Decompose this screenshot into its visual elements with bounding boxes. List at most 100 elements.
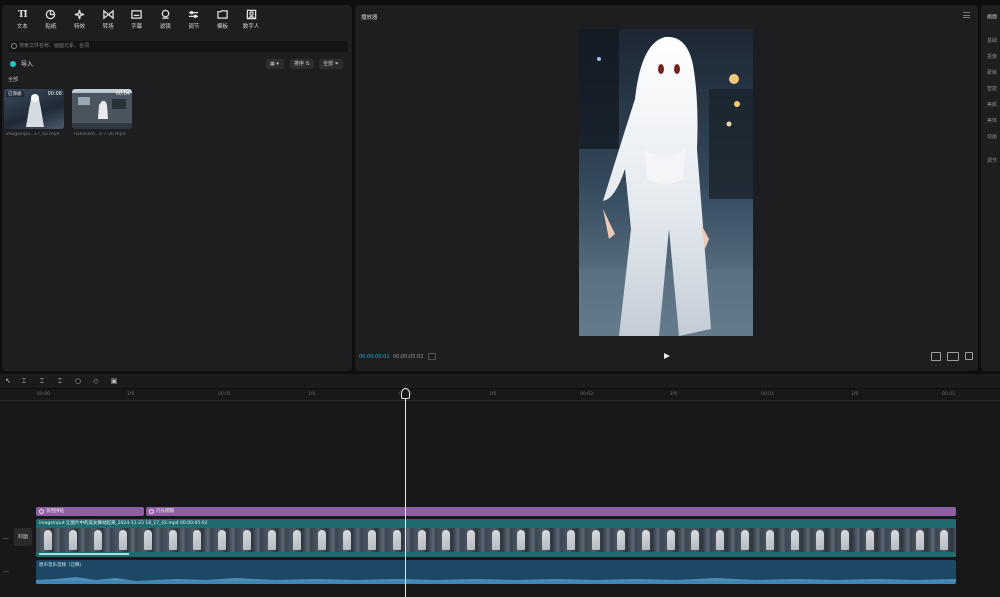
tool-adjust[interactable]: 调节 <box>180 9 209 35</box>
clip-duration: 00:04 <box>115 91 130 97</box>
ruler-tick: 00:01 <box>218 392 231 397</box>
delete-icon[interactable]: ○ <box>74 377 82 385</box>
tool-label: 转场 <box>102 24 114 30</box>
filmstrip-frame <box>467 530 476 550</box>
filmstrip-frame <box>666 530 675 550</box>
filmstrip-frame <box>691 530 700 550</box>
top-toolbar: TI 文本 贴纸 特效 转场 字幕 滤镜 调节 模板 数字人 <box>2 5 352 35</box>
filmstrip-frame <box>517 530 526 550</box>
effect-clip-2[interactable]: 闪光模糊 <box>146 507 956 516</box>
bowtie-icon <box>102 9 114 20</box>
play-button[interactable] <box>664 353 670 359</box>
main-video-clip[interactable]: imageinput 让图片中的美女舞动起来_2024-11-23 18_17_… <box>36 519 956 557</box>
filmstrip-frame <box>865 530 874 550</box>
grid-icon: ▦ ▾ <box>270 61 279 67</box>
media-search-input[interactable]: 搜索文件名称、画面元素、台词 <box>8 41 348 52</box>
ruler-tick: 1f0 <box>308 392 316 397</box>
filmstrip-frame <box>915 530 924 550</box>
tool-label: 调节 <box>188 24 200 30</box>
menu-icon[interactable] <box>963 12 970 18</box>
properties-item[interactable]: 动画 <box>987 133 997 140</box>
current-timecode: 00:00:00:01 <box>359 354 390 360</box>
filter-button[interactable]: 全部 ⏷ <box>319 59 343 69</box>
time-ruler[interactable]: 00:00 1f0 00:01 1f0 00:02 1f0 00:03 1f0 … <box>0 389 1000 401</box>
ruler-tick: 1f0 <box>851 392 859 397</box>
ghost-figure-frame <box>579 29 753 336</box>
clip-progress <box>39 553 129 555</box>
section-label: 全部 <box>8 77 19 83</box>
filmstrip-frame <box>840 530 849 550</box>
filmstrip-frame <box>268 530 277 550</box>
filmstrip-frame <box>392 530 401 550</box>
tool-effects[interactable]: 特效 <box>65 9 94 35</box>
split-left-icon[interactable]: ⌶ <box>38 377 46 385</box>
audio-track-icon[interactable]: — <box>3 568 9 575</box>
properties-item[interactable]: 美体 <box>987 117 997 124</box>
playhead-handle[interactable] <box>401 388 410 399</box>
select-icon[interactable]: ↖ <box>4 377 12 385</box>
playhead[interactable] <box>405 389 406 597</box>
fit-screen-icon[interactable] <box>931 352 941 361</box>
ratio-icon[interactable] <box>947 352 959 361</box>
editor-window: TI 文本 贴纸 特效 转场 字幕 滤镜 调节 模板 数字人 搜索文件名称、画面… <box>0 0 1000 597</box>
effect-clip-1[interactable]: 氛围拼贴 <box>36 507 144 516</box>
sparkle-icon <box>73 9 85 20</box>
grid-toggle-icon[interactable] <box>428 353 436 360</box>
filmstrip-frame <box>243 530 252 550</box>
filmstrip-frame <box>815 530 824 550</box>
view-mode-button[interactable]: ▦ ▾ <box>266 59 284 69</box>
tool-filter[interactable]: 滤镜 <box>151 9 180 35</box>
filmstrip-frame <box>218 530 227 550</box>
video-preview[interactable] <box>579 29 753 336</box>
properties-tab[interactable]: 画面 <box>987 13 997 20</box>
tool-transition[interactable]: 转场 <box>94 9 123 35</box>
audio-clip[interactable]: 原声音乐音频（已降） <box>36 560 956 584</box>
tool-caption[interactable]: 字幕 <box>122 9 151 35</box>
filmstrip-frame <box>93 530 102 550</box>
shield-icon[interactable]: ◇ <box>92 377 100 385</box>
import-icon[interactable] <box>10 61 16 67</box>
properties-item[interactable]: 基础 <box>987 37 997 44</box>
effect-icon <box>39 509 44 514</box>
properties-item[interactable]: 美颜 <box>987 101 997 108</box>
crop-icon[interactable]: ▣ <box>110 377 118 385</box>
tool-avatar[interactable]: 数字人 <box>237 9 266 35</box>
sort-icon: ⇅ <box>305 61 310 67</box>
filmstrip-frame <box>716 530 725 550</box>
properties-item[interactable]: 智能 <box>987 85 997 92</box>
import-row: 导入 ▦ ▾ 排序 ⇅ 全部 ⏷ <box>8 58 348 70</box>
video-clip-label: imageinput 让图片中的美女舞动起来_2024-11-23 18_17_… <box>39 521 208 526</box>
fullscreen-icon[interactable] <box>965 352 973 360</box>
tool-sticker[interactable]: 贴纸 <box>37 9 66 35</box>
total-timecode: 00:00:05:02 <box>393 354 424 360</box>
filmstrip-frame <box>616 530 625 550</box>
tool-template[interactable]: 模板 <box>208 9 237 35</box>
filmstrip-frame <box>791 530 799 550</box>
media-panel: TI 文本 贴纸 特效 转场 字幕 滤镜 调节 模板 数字人 搜索文件名称、画面… <box>2 5 352 371</box>
player-title: 播放器 <box>361 15 378 21</box>
filmstrip-frame <box>293 530 301 550</box>
properties-item[interactable]: 抠像 <box>987 53 997 60</box>
video-filmstrip <box>36 528 956 552</box>
funnel-icon: ⏷ <box>334 61 339 67</box>
media-clip-1[interactable]: 已添加 00:06 <box>4 89 64 129</box>
import-button[interactable]: 导入 <box>21 59 33 68</box>
effect-label: 闪光模糊 <box>156 509 174 514</box>
split-right-icon[interactable]: ⌶ <box>56 377 64 385</box>
filter-label: 全部 <box>323 61 334 67</box>
properties-item[interactable]: 蒙版 <box>987 69 997 76</box>
track-lock-icon[interactable]: — <box>3 535 9 542</box>
cover-button[interactable]: 封面 <box>14 528 32 546</box>
sort-button[interactable]: 排序 ⇅ <box>290 59 314 69</box>
media-clip-2[interactable]: 00:04 <box>72 89 132 129</box>
split-icon[interactable]: ⌶ <box>20 377 28 385</box>
tool-text[interactable]: TI 文本 <box>8 9 37 35</box>
clip-name: handsom...4-7-20.mp4 <box>74 132 126 137</box>
filmstrip-frame <box>44 530 52 550</box>
ruler-tick: 1f0 <box>127 392 135 397</box>
effect-label: 氛围拼贴 <box>46 509 64 514</box>
properties-item[interactable]: 调节 <box>987 157 997 164</box>
tool-label: 贴纸 <box>45 24 57 30</box>
filmstrip-frame <box>417 530 426 550</box>
filmstrip-frame <box>118 530 127 550</box>
